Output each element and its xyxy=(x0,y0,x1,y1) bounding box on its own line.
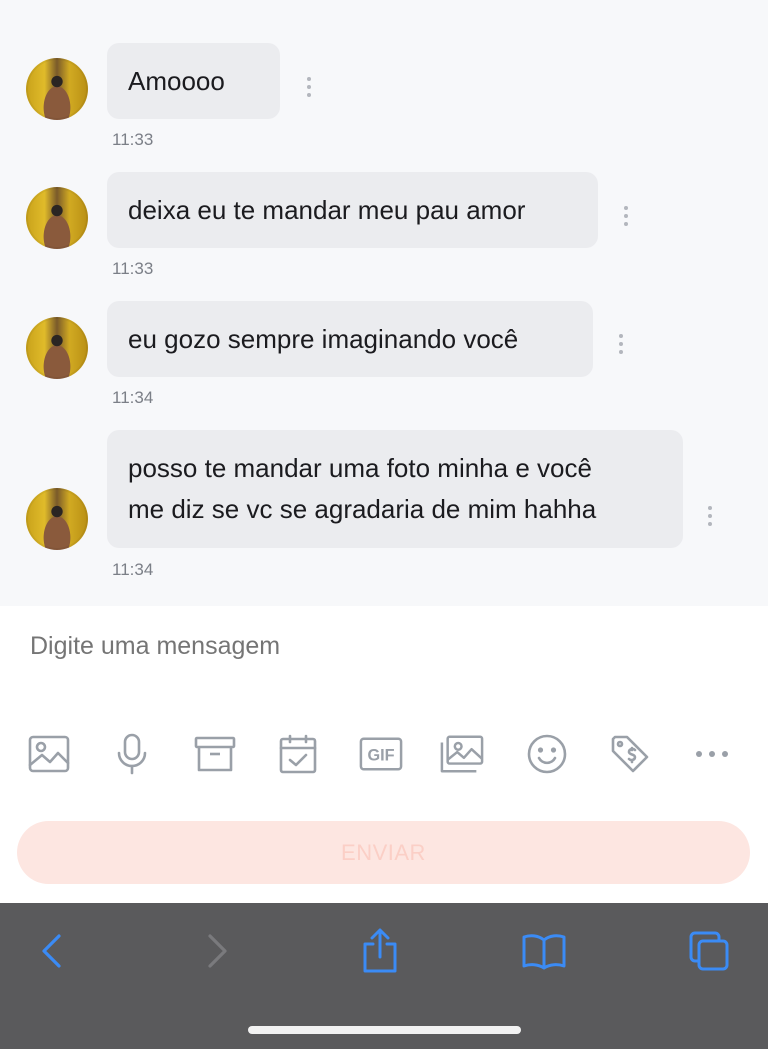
avatar[interactable] xyxy=(26,187,88,249)
gif-label: GIF xyxy=(367,747,394,765)
message-text: deixa eu te mandar meu pau amor xyxy=(128,194,526,225)
gif-icon[interactable]: GIF xyxy=(359,732,403,776)
more-icon[interactable] xyxy=(690,732,734,776)
message-options-icon[interactable] xyxy=(619,334,623,358)
message-bubble[interactable]: posso te mandar uma foto minha e você me… xyxy=(107,430,683,548)
avatar[interactable] xyxy=(26,488,88,550)
avatar[interactable] xyxy=(26,317,88,379)
bookmarks-icon[interactable] xyxy=(519,926,569,976)
forward-icon xyxy=(193,926,243,976)
tabs-icon[interactable] xyxy=(684,926,734,976)
avatar[interactable] xyxy=(26,58,88,120)
message-time: 11:34 xyxy=(112,388,154,407)
send-button[interactable]: ENVIAR xyxy=(17,821,750,884)
message-bubble[interactable]: deixa eu te mandar meu pau amor xyxy=(107,172,598,248)
message-time: 11:33 xyxy=(112,259,154,278)
message-text: eu gozo sempre imaginando você xyxy=(128,323,519,354)
message-options-icon[interactable] xyxy=(307,77,311,101)
message-time: 11:33 xyxy=(112,130,154,149)
microphone-icon[interactable] xyxy=(110,732,154,776)
archive-icon[interactable] xyxy=(193,732,237,776)
calendar-check-icon[interactable] xyxy=(276,732,320,776)
message-time: 11:34 xyxy=(112,560,154,579)
share-icon[interactable] xyxy=(355,926,405,976)
image-icon[interactable] xyxy=(27,732,71,776)
message-bubble[interactable]: Amoooo xyxy=(107,43,280,119)
message-text-line: posso te mandar uma foto minha e você xyxy=(128,453,592,483)
back-icon[interactable] xyxy=(26,926,76,976)
message-text-line: me diz se vc se agradaria de mim hahha xyxy=(128,494,597,524)
price-tag-icon[interactable] xyxy=(608,732,652,776)
message-input[interactable] xyxy=(30,632,730,661)
message-options-icon[interactable] xyxy=(708,506,712,530)
message-options-icon[interactable] xyxy=(624,206,628,230)
message-bubble[interactable]: eu gozo sempre imaginando você xyxy=(107,301,593,377)
message-list[interactable]: Amoooo 11:33 deixa eu te mandar meu pau … xyxy=(0,0,768,606)
emoji-icon[interactable] xyxy=(525,732,569,776)
message-text: Amoooo xyxy=(128,65,225,96)
gallery-icon[interactable] xyxy=(440,732,484,776)
home-indicator[interactable] xyxy=(248,1026,521,1034)
